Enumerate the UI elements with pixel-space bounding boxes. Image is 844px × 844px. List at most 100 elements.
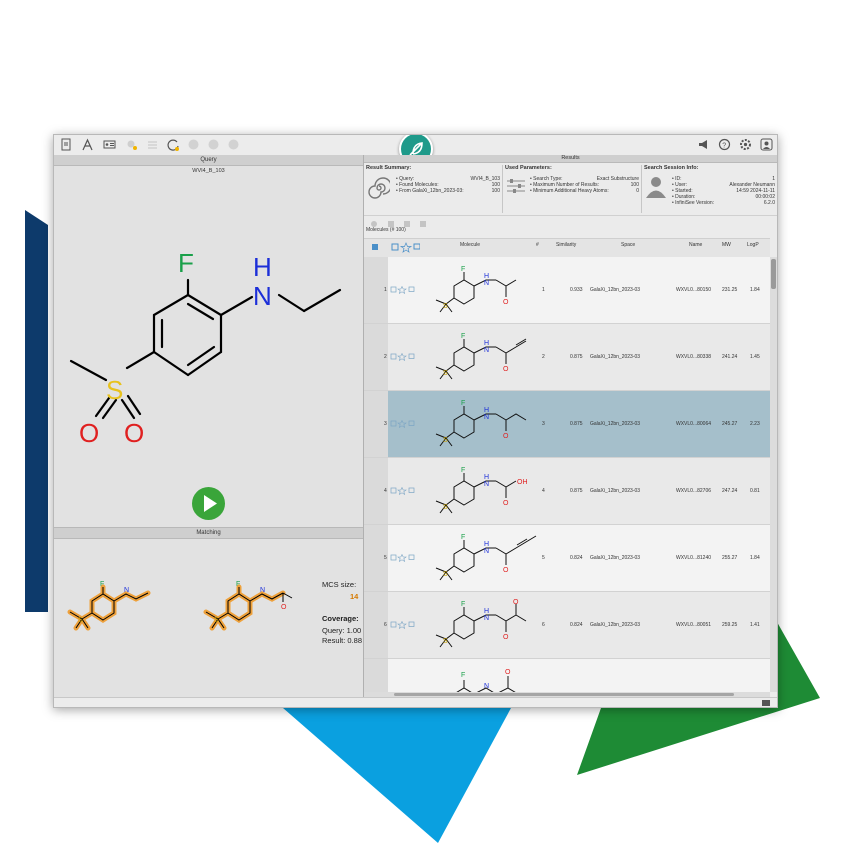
account-icon[interactable] [759, 137, 774, 152]
nitrogen-label: N [484, 548, 489, 555]
horizontal-scroll-thumb[interactable] [394, 693, 734, 696]
row-name: WXVL0...82706 [676, 488, 712, 494]
draw-molecule-icon[interactable] [80, 137, 95, 152]
nitrogen-label: N [484, 414, 489, 421]
row-checkbox[interactable] [390, 487, 397, 494]
row-checkbox[interactable] [390, 420, 397, 427]
row-name: WXVL0...80051 [676, 622, 712, 628]
table-row[interactable]: 3 F H N S O 3 0.875 GalaXi_12bn_2023-03 WXVL0...8… [364, 391, 770, 458]
hydrogen-label: H [484, 608, 489, 615]
column-similarity[interactable]: Similarity [556, 242, 576, 248]
table-row[interactable]: 5 F H N S O 5 0.824 GalaXi_12bn_2023-03 WXVL0...8… [364, 525, 770, 592]
vertical-scroll-thumb[interactable] [771, 259, 776, 289]
table-row[interactable]: 2 F H N S O 2 0.875 GalaXi_12bn_2023-03 WXVL0...8… [364, 324, 770, 391]
row-index: 3 [384, 421, 387, 427]
hydrogen-label: H [484, 474, 489, 481]
row-action-icons[interactable] [390, 419, 416, 430]
result-summary-title: Result Summary: [366, 165, 412, 171]
table-row[interactable]: 1 F H N S O 1 0.933 GalaXi_12bn_2023-03 WXVL0...8… [364, 257, 770, 324]
molecule-structure[interactable]: F HN S O [424, 528, 544, 588]
mcs-query-sulfur: S [78, 617, 83, 624]
row-action-icons[interactable] [390, 486, 416, 497]
row-action-icons[interactable] [390, 285, 416, 296]
row-checkbox[interactable] [390, 621, 397, 628]
table-row-partial[interactable]: FNONH₂ [364, 659, 770, 692]
molecule-structure[interactable]: F HN S O O [424, 595, 544, 655]
mcs-query-nitrogen: N [124, 587, 129, 594]
row-checkbox[interactable] [390, 554, 397, 561]
fluorine-label: F [461, 601, 465, 608]
row-checkbox[interactable] [390, 286, 397, 293]
forward-icon[interactable] [206, 137, 221, 152]
results-table-body: 1 F H N S O 1 0.933 GalaXi_12bn_2023-03 WXVL0...8… [364, 257, 770, 692]
session-info-section: Search Session Info: • ID: 1 • User: Alexa… [644, 165, 775, 206]
row-logp: 1.41 [750, 622, 760, 628]
column-space[interactable]: Space [621, 242, 635, 248]
sulfur-label: S [443, 303, 448, 310]
row-action-icons[interactable] [390, 620, 416, 631]
column-mw[interactable]: MW [722, 242, 731, 248]
molecule-structure[interactable]: FNONH₂ [424, 662, 564, 692]
row-rank: 3 [542, 421, 545, 427]
spiral-icon [368, 177, 390, 199]
column-logp[interactable]: LogP [747, 242, 759, 248]
row-similarity: 0.875 [570, 488, 583, 494]
column-name[interactable]: Name [689, 242, 702, 248]
fluorine-label: F [461, 672, 465, 679]
molecules-count: Molecules (# 100) [366, 227, 406, 233]
row-index: 6 [384, 622, 387, 628]
results-table-header: Molecule # Similarity Space Name MW LogP [364, 238, 770, 258]
back-icon[interactable] [186, 137, 201, 152]
run-search-button[interactable] [192, 487, 225, 520]
coverage-query: Query: 1.00 [322, 626, 362, 635]
row-mw: 247.24 [722, 488, 738, 494]
molecule-structure[interactable]: F HN S O [424, 394, 544, 454]
row-index: 5 [384, 555, 387, 561]
announcement-icon[interactable] [696, 137, 711, 152]
session-info-title: Search Session Info: [644, 165, 699, 171]
user-avatar-icon [646, 177, 666, 198]
row-rank: 2 [542, 354, 545, 360]
notification-icon[interactable] [761, 699, 771, 707]
coverage-result: Result: 0.88 [322, 636, 363, 645]
molecule-structure[interactable]: F HN S O [424, 260, 544, 320]
id-card-icon[interactable] [102, 137, 117, 152]
refresh-icon[interactable] [166, 137, 181, 152]
mcs-size-value: 14 [350, 592, 359, 601]
query-structure[interactable]: F H N S O O [54, 180, 363, 470]
molecule-structure[interactable]: F HN S O OH [424, 461, 544, 521]
molecule-structure[interactable]: F HN S O [424, 327, 544, 387]
row-action-icons[interactable] [390, 553, 416, 564]
sulfur-label: S [443, 370, 448, 377]
table-row[interactable]: 4 F H N S O OH 4 0.875 GalaXi_12bn_2023-03 WXVL0..… [364, 458, 770, 525]
help-icon[interactable]: ? [717, 137, 732, 152]
used-parameters-section: Used Parameters: • Search Type: Exact Sub… [505, 165, 639, 194]
row-checkbox[interactable] [390, 353, 397, 360]
row-mw: 259.25 [722, 622, 738, 628]
fluorine-label: F [461, 266, 465, 273]
header-icons[interactable] [370, 242, 420, 254]
row-similarity: 0.933 [570, 287, 583, 293]
mcs-structures: F N S F N S O [67, 581, 293, 631]
result-summary-section: Result Summary: • Query: WVI4_B_103 • Fou… [366, 165, 500, 199]
vertical-scrollbar[interactable] [770, 257, 777, 692]
new-document-icon[interactable] [58, 137, 73, 152]
settings-gear-icon[interactable] [738, 137, 753, 152]
row-logp: 1.84 [750, 287, 760, 293]
row-action-icons[interactable] [390, 352, 416, 363]
from-value: 100 [491, 188, 500, 194]
table-row[interactable]: 6 F H N S O O 6 0.824 GalaXi_12bn_2023-03 WXVL0...… [364, 592, 770, 659]
column-index[interactable]: # [536, 242, 539, 248]
mcs-result-oxygen: O [281, 604, 287, 611]
stop-icon[interactable] [226, 137, 241, 152]
min-heavy-atoms-value: 0 [636, 188, 639, 194]
sulfur-label: S [443, 571, 448, 578]
row-rank: 1 [542, 287, 545, 293]
nitrogen-label: N [484, 280, 489, 287]
list-icon[interactable] [145, 137, 160, 152]
fluorine-label: F [461, 534, 465, 541]
fluorine-label: F [461, 467, 465, 474]
column-molecule[interactable]: Molecule [460, 242, 480, 248]
hint-icon[interactable] [124, 137, 139, 152]
nitrogen-label: N [484, 615, 489, 622]
